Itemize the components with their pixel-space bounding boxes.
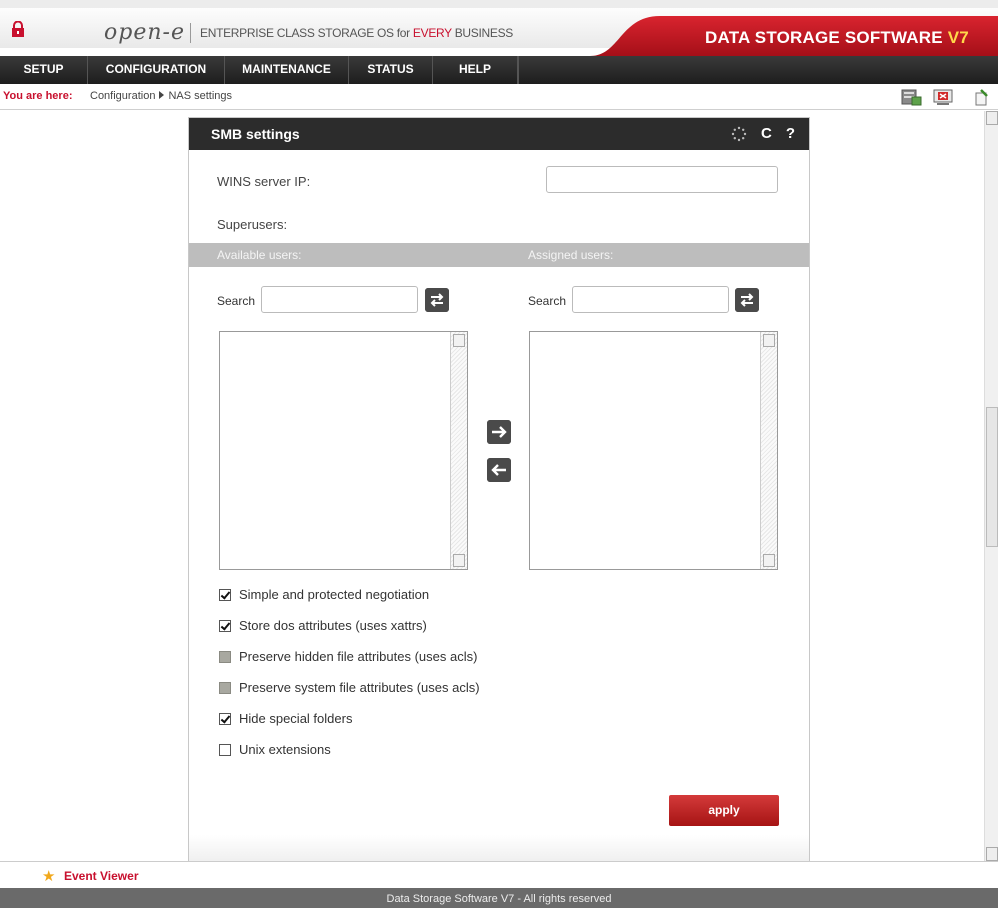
event-viewer-bar[interactable]: ★ Event Viewer	[0, 861, 998, 888]
scroll-up-icon[interactable]	[763, 334, 775, 347]
nav-maintenance[interactable]: MAINTENANCE	[225, 56, 349, 84]
assigned-list-scrollbar[interactable]	[760, 332, 777, 569]
page-scroll-thumb[interactable]	[986, 407, 998, 547]
refresh-icon[interactable]: C	[761, 118, 772, 150]
server-icon[interactable]	[900, 88, 922, 106]
breadcrumb-nas-settings: NAS settings	[168, 90, 233, 102]
logo-divider	[190, 23, 191, 43]
brand-banner: DATA STORAGE SOFTWARE V7	[590, 16, 998, 56]
panel-header: SMB settings C ?	[189, 118, 809, 150]
panel-footer	[189, 835, 809, 862]
checkbox-checked[interactable]	[219, 712, 231, 725]
star-icon: ★	[42, 868, 56, 885]
breadcrumb-arrow-icon	[159, 91, 165, 99]
users-header-bar: Available users: Assigned users:	[189, 243, 809, 267]
nav-configuration[interactable]: CONFIGURATION	[88, 56, 225, 84]
option-preserve-system-attributes: Preserve system file attributes (uses ac…	[219, 680, 480, 695]
option-simple-protected-negotiation[interactable]: Simple and protected negotiation	[219, 587, 429, 602]
loading-spinner-icon	[731, 126, 747, 142]
lock-icon	[12, 21, 24, 37]
assigned-users-label: Assigned users:	[528, 248, 614, 262]
main-nav: SETUP CONFIGURATION MAINTENANCE STATUS H…	[0, 56, 998, 84]
event-viewer-label[interactable]: Event Viewer	[64, 869, 138, 883]
superusers-label: Superusers:	[217, 217, 288, 232]
assigned-search-label: Search	[528, 294, 567, 308]
available-filter-swap-icon[interactable]	[425, 288, 449, 312]
scroll-down-icon[interactable]	[763, 554, 775, 567]
option-hide-special-folders[interactable]: Hide special folders	[219, 711, 352, 726]
available-search-input[interactable]	[261, 286, 418, 313]
move-left-arrow-icon[interactable]	[487, 458, 511, 482]
breadcrumb-path: Configuration NAS settings	[90, 90, 232, 102]
apply-button[interactable]: apply	[669, 795, 779, 826]
available-list-scrollbar[interactable]	[450, 332, 467, 569]
breadcrumb-configuration[interactable]: Configuration	[90, 90, 155, 102]
footer: Data Storage Software V7 - All rights re…	[0, 888, 998, 908]
nav-help[interactable]: HELP	[433, 56, 518, 84]
checkbox-disabled	[219, 681, 231, 694]
move-right-arrow-icon[interactable]	[487, 420, 511, 444]
panel-header-icons: C ?	[731, 118, 795, 150]
help-icon[interactable]: ?	[786, 118, 795, 150]
header: open-e ENTERPRISE CLASS STORAGE OS for E…	[0, 0, 998, 56]
available-users-list[interactable]	[219, 331, 468, 570]
panel-title: SMB settings	[211, 126, 300, 142]
checkbox-disabled	[219, 650, 231, 663]
nav-setup[interactable]: SETUP	[0, 56, 88, 84]
assigned-users-list[interactable]	[529, 331, 778, 570]
page-scroll-down-icon[interactable]	[986, 847, 998, 861]
breadcrumb-label: You are here:	[3, 90, 73, 102]
smb-settings-panel: SMB settings C ? WINS server IP: Superus…	[188, 117, 810, 862]
checkbox-checked[interactable]	[219, 588, 231, 601]
scroll-down-icon[interactable]	[453, 554, 465, 567]
option-preserve-hidden-attributes: Preserve hidden file attributes (uses ac…	[219, 649, 477, 664]
brand-title: DATA STORAGE SOFTWARE V7	[705, 28, 969, 47]
assigned-search-input[interactable]	[572, 286, 729, 313]
scroll-up-icon[interactable]	[453, 334, 465, 347]
available-users-label: Available users:	[217, 248, 302, 262]
content-area: SMB settings C ? WINS server IP: Superus…	[0, 111, 984, 862]
wins-label: WINS server IP:	[217, 174, 311, 189]
option-store-dos-attributes[interactable]: Store dos attributes (uses xattrs)	[219, 618, 427, 633]
page-scroll-up-icon[interactable]	[986, 111, 998, 125]
nav-divider	[518, 56, 519, 84]
breadcrumb: You are here: Configuration NAS settings	[0, 84, 998, 110]
page-scrollbar[interactable]	[984, 111, 998, 861]
nav-status[interactable]: STATUS	[349, 56, 433, 84]
checkbox-checked[interactable]	[219, 619, 231, 632]
logout-icon[interactable]	[932, 88, 954, 106]
wins-server-ip-input[interactable]	[546, 166, 778, 193]
assigned-filter-swap-icon[interactable]	[735, 288, 759, 312]
available-search-label: Search	[217, 294, 256, 308]
logo: open-e	[104, 20, 185, 45]
checkbox-unchecked[interactable]	[219, 743, 231, 756]
option-unix-extensions[interactable]: Unix extensions	[219, 742, 331, 757]
tagline: ENTERPRISE CLASS STORAGE OS for EVERY BU…	[200, 26, 513, 40]
info-icon[interactable]	[971, 88, 993, 106]
